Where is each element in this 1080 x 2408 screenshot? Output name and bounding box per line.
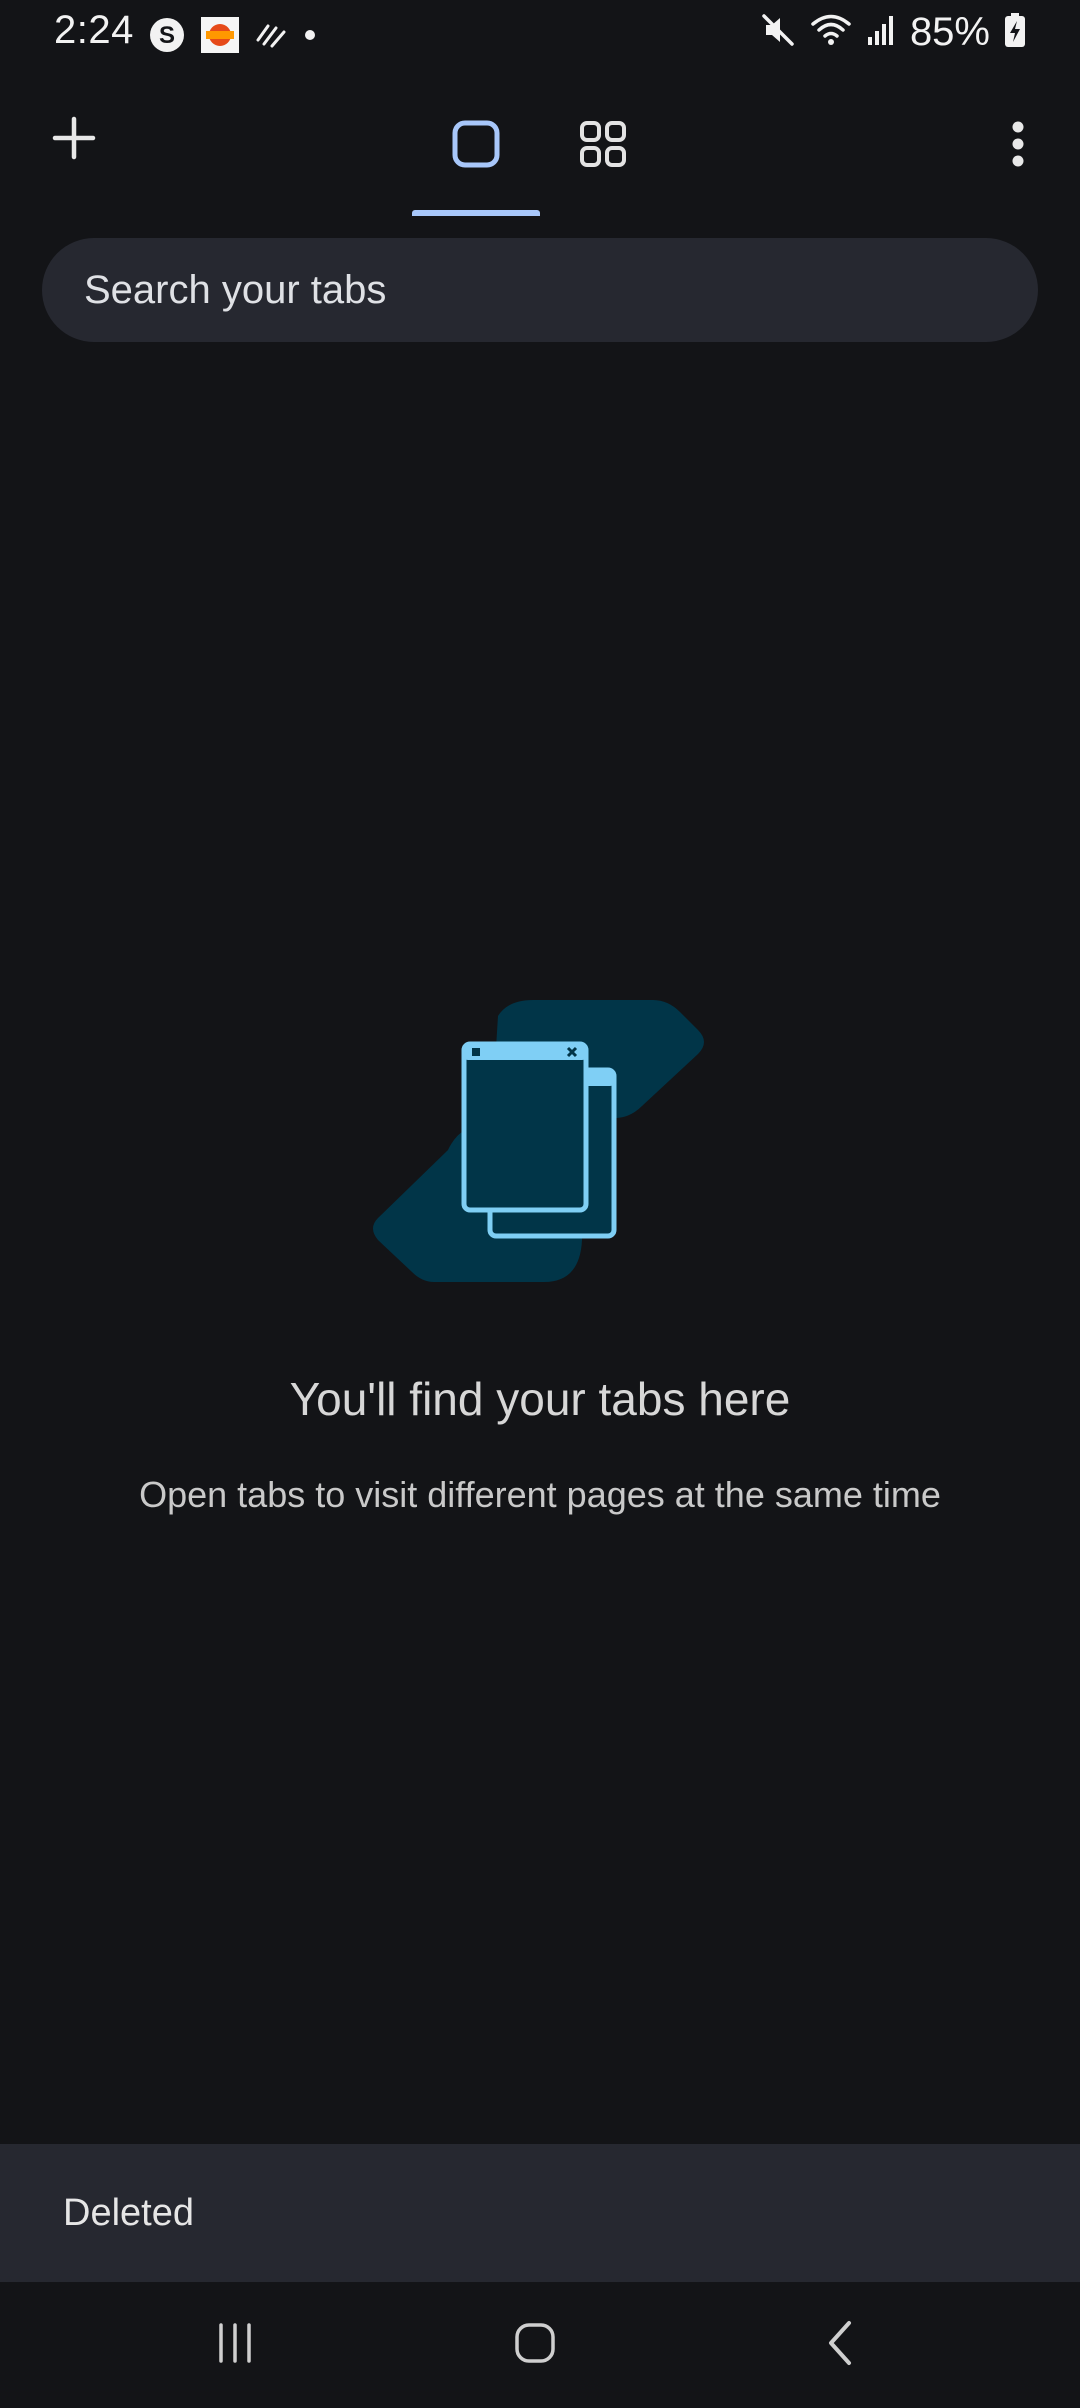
tab-tab-groups[interactable] xyxy=(563,106,643,186)
tab-switcher-toolbar xyxy=(0,90,1080,220)
status-time: 2:24 xyxy=(54,8,134,52)
recents-icon xyxy=(213,2321,257,2370)
tab-normal-tabs[interactable] xyxy=(436,106,516,186)
wifi-icon xyxy=(810,12,852,53)
new-tab-button[interactable] xyxy=(42,108,106,172)
mute-icon xyxy=(760,12,796,53)
back-button[interactable] xyxy=(806,2312,876,2378)
system-navigation-bar xyxy=(0,2282,1080,2408)
s-app-icon: S xyxy=(148,16,186,59)
home-button[interactable] xyxy=(500,2312,570,2378)
empty-state-title: You'll find your tabs here xyxy=(289,1373,791,1425)
snackbar: Deleted xyxy=(0,2144,1080,2282)
svg-text:S: S xyxy=(159,22,175,49)
search-tabs-field[interactable]: Search your tabs xyxy=(42,238,1038,342)
notification-icons: S xyxy=(148,16,318,59)
selected-tab-indicator xyxy=(412,210,540,216)
status-bar: 2:24 S 85% xyxy=(0,0,1080,70)
back-icon xyxy=(821,2319,861,2372)
data-saver-icon xyxy=(254,18,288,57)
tabs-illustration xyxy=(368,996,708,1286)
snackbar-message: Deleted xyxy=(63,2191,194,2234)
battery-percentage: 85% xyxy=(909,10,990,54)
news-app-icon xyxy=(200,16,240,59)
tab-groups-icon xyxy=(579,120,627,173)
plus-icon xyxy=(51,115,97,166)
single-tab-icon xyxy=(451,119,501,174)
system-icons: 85% xyxy=(760,10,1026,55)
signal-icon xyxy=(866,13,896,52)
battery-charging-icon xyxy=(1004,12,1026,53)
empty-state-subtitle: Open tabs to visit different pages at th… xyxy=(139,1474,941,1515)
home-icon xyxy=(513,2321,557,2370)
search-placeholder: Search your tabs xyxy=(84,267,387,312)
recents-button[interactable] xyxy=(200,2312,270,2378)
dot-icon xyxy=(302,27,318,48)
more-options-button[interactable] xyxy=(986,106,1050,186)
more-vertical-icon xyxy=(1010,121,1026,172)
